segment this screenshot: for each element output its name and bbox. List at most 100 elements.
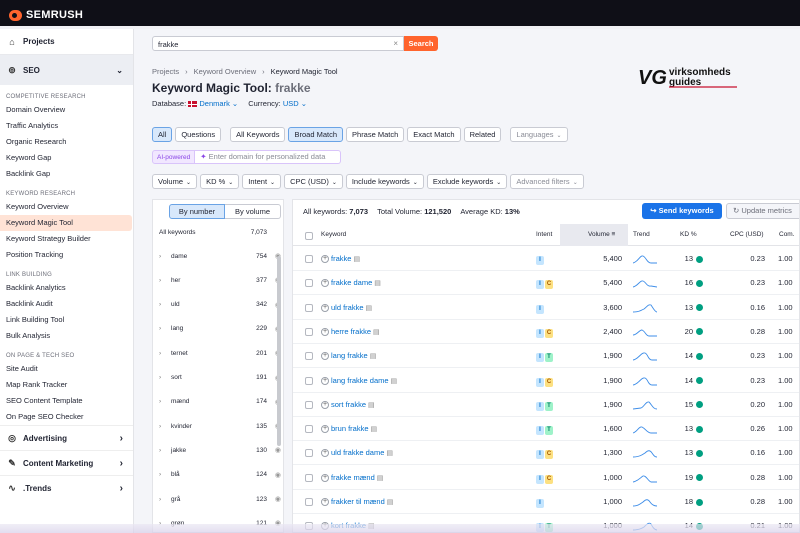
sidebar-item-link-building-tool[interactable]: Link Building Tool [0, 312, 133, 328]
by-volume-button[interactable]: By volume [225, 204, 281, 219]
keyword-group-row[interactable]: ›ternet201◉ [159, 341, 281, 365]
eye-icon[interactable]: ◉ [267, 471, 281, 479]
keyword-link[interactable]: + sort frakke ▤ [321, 393, 375, 417]
keyword-link[interactable]: + frakker til mænd ▤ [321, 490, 393, 514]
tab-related[interactable]: Related [463, 127, 502, 142]
personalized-domain-input[interactable]: ✦ Enter domain for personalized data [195, 150, 342, 164]
sidebar-item-backlink-audit[interactable]: Backlink Audit [0, 296, 133, 312]
serp-icon[interactable]: ▤ [366, 305, 373, 312]
sidebar-item-map-rank-tracker[interactable]: Map Rank Tracker [0, 377, 133, 393]
groups-scrollbar[interactable] [277, 256, 281, 446]
keyword-group-row[interactable]: ›mænd174◉ [159, 390, 281, 414]
languages-select[interactable]: Languages ⌄ [510, 127, 568, 142]
add-keyword-icon[interactable]: + [321, 255, 329, 264]
keyword-group-row[interactable]: ›kvinder135◉ [159, 414, 281, 438]
keyword-group-row[interactable]: › grå 123 ◉ [159, 487, 281, 511]
serp-icon[interactable]: ▤ [370, 353, 377, 360]
breadcrumb-keyword-overview[interactable]: Keyword Overview [194, 67, 257, 76]
row-checkbox[interactable] [305, 279, 313, 288]
sidebar-item-content-marketing[interactable]: ✎ Content Marketing › [0, 450, 133, 475]
sidebar-item-keyword-magic-tool[interactable]: Keyword Magic Tool [0, 215, 132, 231]
row-checkbox[interactable] [305, 498, 313, 506]
add-keyword-icon[interactable]: + [321, 303, 329, 312]
tab-broad-match[interactable]: Broad Match [288, 127, 344, 142]
sidebar-item-seo-content-template[interactable]: SEO Content Template [0, 393, 133, 409]
keyword-group-row[interactable]: ›uld342◉ [159, 293, 281, 317]
serp-icon[interactable]: ▤ [377, 475, 384, 482]
add-keyword-icon[interactable]: + [321, 400, 329, 409]
select-all-checkbox[interactable] [305, 232, 313, 240]
sidebar-item-advertising[interactable]: ◎ Advertising › [0, 425, 133, 450]
filter-include-keywords[interactable]: Include keywords ⌄ [345, 174, 424, 189]
serp-icon[interactable]: ▤ [374, 280, 381, 287]
currency-select[interactable]: USD [283, 99, 299, 108]
clear-icon[interactable]: × [393, 39, 398, 48]
row-checkbox[interactable] [305, 352, 313, 361]
sidebar-item-bulk-analysis[interactable]: Bulk Analysis [0, 328, 133, 344]
tab-questions[interactable]: Questions [175, 127, 222, 142]
column-intent[interactable]: Intent [536, 224, 552, 246]
column-keyword[interactable]: Keyword [321, 224, 346, 246]
add-keyword-icon[interactable]: + [321, 376, 329, 385]
sidebar-item-on-page-seo-checker[interactable]: On Page SEO Checker [0, 409, 133, 425]
keyword-link[interactable]: + herre frakke ▤ [321, 320, 380, 344]
sidebar-item-keyword-gap[interactable]: Keyword Gap [0, 150, 133, 166]
keyword-link[interactable]: + frakke ▤ [321, 247, 360, 271]
keyword-group-row[interactable]: ›dame754◉ [159, 244, 281, 268]
keyword-group-row[interactable]: ›lang229◉ [159, 317, 281, 341]
sidebar-item-site-audit[interactable]: Site Audit [0, 361, 133, 377]
groups-header[interactable]: All keywords 7,073 [159, 229, 267, 236]
add-keyword-icon[interactable]: + [321, 425, 329, 434]
add-keyword-icon[interactable]: + [321, 279, 329, 288]
keyword-link[interactable]: + frakke mænd ▤ [321, 466, 383, 490]
column-cpc[interactable]: CPC (USD) [730, 224, 764, 246]
row-checkbox[interactable] [305, 303, 313, 312]
sidebar-item-keyword-overview[interactable]: Keyword Overview [0, 199, 133, 215]
tab-all[interactable]: All [152, 127, 173, 142]
add-keyword-icon[interactable]: + [321, 449, 329, 458]
row-checkbox[interactable] [305, 255, 313, 263]
serp-icon[interactable]: ▤ [387, 499, 394, 506]
search-input[interactable]: frakke × [152, 36, 404, 51]
tab-exact-match[interactable]: Exact Match [407, 127, 461, 142]
breadcrumb-projects[interactable]: Projects [152, 67, 179, 76]
row-checkbox[interactable] [305, 400, 313, 409]
column-trend[interactable]: Trend [633, 224, 650, 246]
filter-cpc-usd[interactable]: CPC (USD) ⌄ [284, 174, 343, 189]
keyword-group-row[interactable]: › jakke 130 ◉ [159, 438, 281, 462]
sidebar-item-projects[interactable]: ⌂ Projects [0, 29, 133, 55]
serp-icon[interactable]: ▤ [353, 256, 360, 263]
search-button[interactable]: Search [404, 36, 438, 51]
send-keywords-button[interactable]: ↪ Send keywords [642, 203, 722, 219]
row-checkbox[interactable] [305, 376, 313, 385]
tab-phrase-match[interactable]: Phrase Match [346, 127, 405, 142]
serp-icon[interactable]: ▤ [373, 329, 380, 336]
filter-intent[interactable]: Intent ⌄ [242, 174, 282, 189]
keyword-group-row[interactable]: ›her377◉ [159, 268, 281, 292]
keyword-group-row[interactable]: ›sort191◉ [159, 366, 281, 390]
row-checkbox[interactable] [305, 327, 313, 336]
update-metrics-button[interactable]: ↻ Update metrics [726, 203, 799, 219]
serp-icon[interactable]: ▤ [386, 450, 393, 457]
row-checkbox[interactable] [305, 449, 313, 458]
filter-volume[interactable]: Volume ⌄ [152, 174, 198, 189]
add-keyword-icon[interactable]: + [321, 352, 329, 361]
keyword-link[interactable]: + lang frakke dame ▤ [321, 369, 397, 393]
sidebar-item-keyword-strategy-builder[interactable]: Keyword Strategy Builder [0, 231, 133, 247]
row-checkbox[interactable] [305, 473, 313, 482]
keyword-link[interactable]: + lang frakke ▤ [321, 344, 376, 368]
database-select[interactable]: Denmark [199, 99, 229, 108]
column-volume[interactable]: Volume ≡ [560, 224, 628, 246]
sidebar-item-organic-research[interactable]: Organic Research [0, 134, 133, 150]
eye-icon[interactable]: ◉ [267, 495, 281, 503]
keyword-link[interactable]: + uld frakke ▤ [321, 296, 372, 320]
sidebar-item-position-tracking[interactable]: Position Tracking [0, 247, 133, 263]
keyword-link[interactable]: + brun frakke ▤ [321, 417, 377, 441]
eye-icon[interactable]: ◉ [267, 446, 281, 454]
filter-advanced-filters[interactable]: Advanced filters ⌄ [510, 174, 584, 189]
sidebar-item-domain-overview[interactable]: Domain Overview [0, 102, 133, 118]
semrush-logo[interactable]: SEMRUSH [9, 9, 83, 21]
row-checkbox[interactable] [305, 425, 313, 434]
serp-icon[interactable]: ▤ [368, 402, 375, 409]
serp-icon[interactable]: ▤ [371, 426, 378, 433]
